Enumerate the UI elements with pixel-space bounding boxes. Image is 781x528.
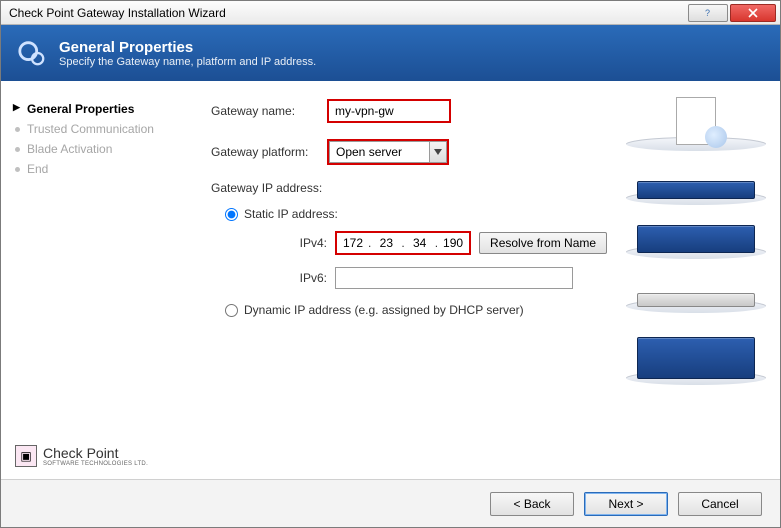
- ipv4-octet-4[interactable]: [439, 236, 467, 250]
- wizard-footer: < Back Next > Cancel: [1, 479, 780, 527]
- titlebar: Check Point Gateway Installation Wizard …: [1, 1, 780, 25]
- brand-name: Check Point: [43, 445, 148, 461]
- step-end: End: [15, 159, 163, 179]
- brand-sub: SOFTWARE TECHNOLOGIES LTD.: [43, 461, 148, 467]
- header-title: General Properties: [59, 39, 316, 56]
- device-server: [626, 273, 766, 313]
- wizard-window: Check Point Gateway Installation Wizard …: [0, 0, 781, 528]
- gateway-name-input[interactable]: [329, 101, 449, 121]
- ipv4-octet-3[interactable]: [406, 236, 434, 250]
- device-software: [626, 95, 766, 151]
- ipv6-input[interactable]: [335, 267, 573, 289]
- gateway-platform-combo[interactable]: [329, 141, 447, 163]
- static-ip-label: Static IP address:: [244, 207, 338, 221]
- window-title: Check Point Gateway Installation Wizard: [5, 6, 686, 20]
- gateway-name-highlight: [327, 99, 451, 123]
- svg-text:?: ?: [705, 8, 710, 18]
- ipv6-label: IPv6:: [259, 271, 335, 285]
- help-button[interactable]: ?: [688, 4, 728, 22]
- next-button[interactable]: Next >: [584, 492, 668, 516]
- ipv4-label: IPv4:: [259, 236, 335, 250]
- back-button[interactable]: < Back: [490, 492, 574, 516]
- wizard-main: Gateway name: Gateway platform:: [175, 81, 612, 479]
- device-appliance-2: [626, 219, 766, 259]
- header-subtitle: Specify the Gateway name, platform and I…: [59, 56, 316, 68]
- ipv4-highlight: . . .: [335, 231, 471, 255]
- ip-section-label: Gateway IP address:: [211, 181, 612, 195]
- dynamic-ip-radio[interactable]: [225, 304, 238, 317]
- step-general-properties[interactable]: General Properties: [15, 99, 163, 119]
- ipv4-octet-2[interactable]: [372, 236, 400, 250]
- cancel-button[interactable]: Cancel: [678, 492, 762, 516]
- brand-icon: ▣: [15, 445, 37, 467]
- ipv4-input[interactable]: . . .: [337, 233, 469, 253]
- step-blade-activation: Blade Activation: [15, 139, 163, 159]
- static-ip-radio[interactable]: [225, 208, 238, 221]
- gear-icon: [17, 38, 47, 68]
- gateway-name-label: Gateway name:: [211, 104, 327, 118]
- gateway-platform-value[interactable]: [329, 141, 429, 163]
- dynamic-ip-label: Dynamic IP address (e.g. assigned by DHC…: [244, 303, 524, 317]
- ipv4-octet-1[interactable]: [339, 236, 367, 250]
- step-trusted-communication: Trusted Communication: [15, 119, 163, 139]
- device-appliance-1: [626, 165, 766, 205]
- resolve-from-name-button[interactable]: Resolve from Name: [479, 232, 607, 254]
- gateway-platform-label: Gateway platform:: [211, 145, 327, 159]
- device-chassis: [626, 327, 766, 385]
- close-button[interactable]: [730, 4, 776, 22]
- wizard-header: General Properties Specify the Gateway n…: [1, 25, 780, 81]
- brand-logo: ▣ Check Point SOFTWARE TECHNOLOGIES LTD.: [15, 445, 163, 467]
- chevron-down-icon[interactable]: [429, 141, 447, 163]
- device-gallery: [612, 81, 780, 479]
- wizard-sidebar: General Properties Trusted Communication…: [1, 81, 175, 479]
- gateway-platform-highlight: [327, 139, 449, 165]
